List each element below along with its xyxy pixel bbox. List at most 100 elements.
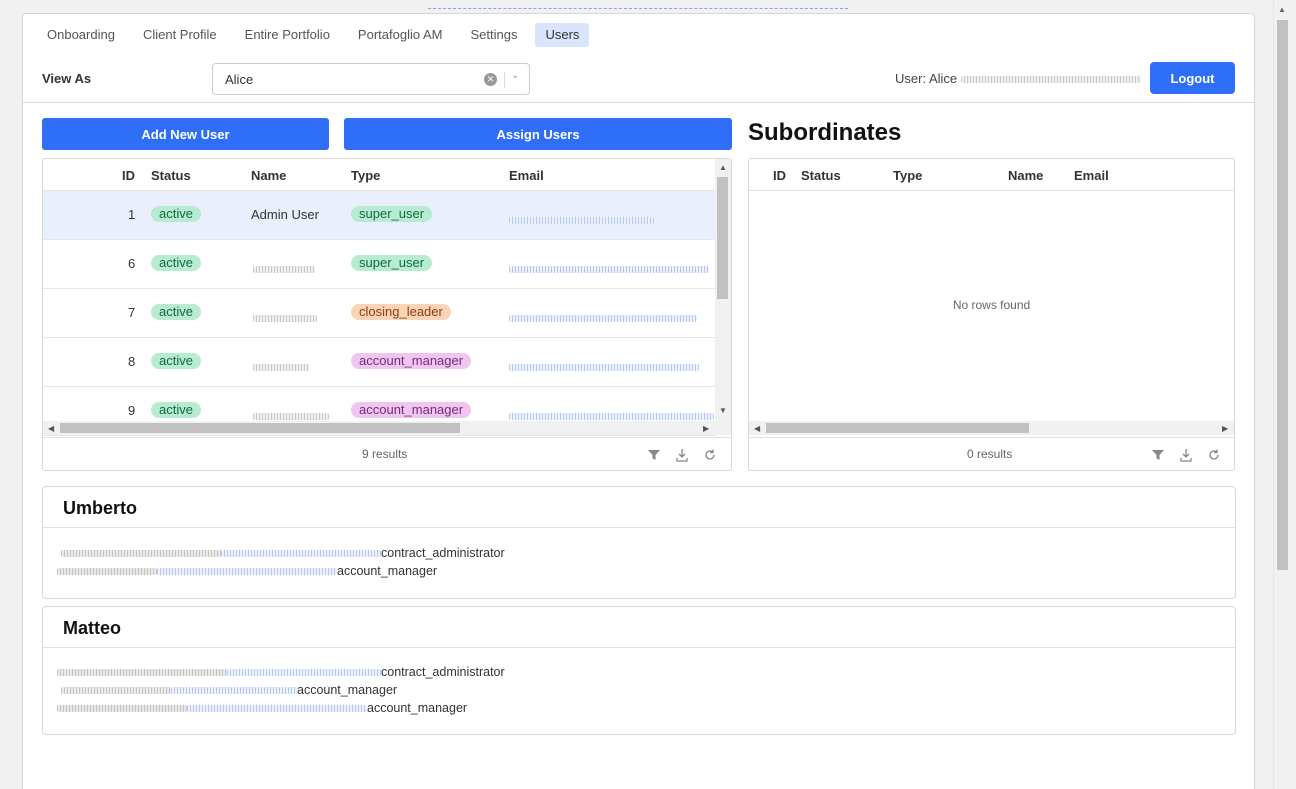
- scroll-left-icon[interactable]: ◀: [754, 424, 760, 433]
- view-as-select[interactable]: Alice ✕ ⌄: [212, 63, 530, 95]
- card-line-type: account_manager: [297, 683, 398, 697]
- redacted-name: [253, 413, 329, 421]
- users-results-count: 9 results: [362, 447, 408, 461]
- scroll-left-icon[interactable]: ◀: [48, 424, 54, 433]
- row-name: [253, 359, 309, 374]
- subordinates-grid: ID Status Type Name Email No rows found …: [748, 158, 1235, 471]
- status-badge: active: [151, 353, 201, 369]
- clear-icon[interactable]: ✕: [484, 73, 497, 86]
- status-badge-text: active: [151, 255, 201, 271]
- scroll-right-icon[interactable]: ▶: [703, 424, 709, 433]
- row-id: 7: [128, 305, 136, 320]
- assign-users-button[interactable]: Assign Users: [344, 118, 732, 150]
- scroll-up-icon[interactable]: ▲: [1278, 5, 1286, 14]
- header-divider: [23, 102, 1254, 103]
- top-dashed-line: [428, 8, 848, 9]
- tab-users[interactable]: Users: [535, 23, 590, 47]
- card-divider: [43, 527, 1235, 528]
- type-badge: account_manager: [351, 402, 472, 418]
- card-line: account_manager: [61, 683, 397, 697]
- current-user-text: User: Alice: [895, 71, 958, 86]
- tab-client-profile[interactable]: Client Profile: [133, 23, 227, 47]
- redacted-email: [157, 568, 337, 576]
- redacted-name: [57, 705, 187, 713]
- users-vertical-scrollbar[interactable]: ▲ ▼: [715, 159, 731, 421]
- row-email: [509, 359, 699, 374]
- logout-button[interactable]: Logout: [1150, 62, 1235, 94]
- redacted-email: [509, 364, 699, 372]
- redacted-name: [57, 669, 227, 677]
- row-id: 8: [128, 354, 136, 369]
- nav-tabs: Onboarding Client Profile Entire Portfol…: [37, 23, 597, 47]
- subordinates-horizontal-thumb[interactable]: [766, 423, 1029, 433]
- col-id[interactable]: ID: [773, 168, 786, 183]
- card-line-type: contract_administrator: [381, 546, 505, 560]
- table-row[interactable]: 7 active closing_leader: [43, 289, 715, 338]
- scroll-up-icon[interactable]: ▲: [719, 163, 727, 172]
- users-vertical-thumb[interactable]: [717, 177, 728, 299]
- subordinates-results-count: 0 results: [967, 447, 1013, 461]
- table-row[interactable]: 1 active Admin User super_user: [43, 191, 715, 240]
- tab-settings[interactable]: Settings: [460, 23, 527, 47]
- col-email[interactable]: Email: [1074, 168, 1109, 183]
- download-icon[interactable]: [1179, 448, 1193, 462]
- select-separator: [504, 72, 505, 88]
- type-badge-text: closing_leader: [351, 304, 451, 320]
- redacted-name: [253, 315, 317, 323]
- scroll-right-icon[interactable]: ▶: [1222, 424, 1228, 433]
- col-id[interactable]: ID: [122, 168, 135, 183]
- subordinates-grid-footer: 0 results: [749, 437, 1234, 470]
- view-as-value: Alice: [225, 72, 254, 87]
- page-scroll-thumb[interactable]: [1277, 20, 1288, 570]
- col-status[interactable]: Status: [801, 168, 841, 183]
- col-status[interactable]: Status: [151, 168, 191, 183]
- tab-entire-portfolio[interactable]: Entire Portfolio: [235, 23, 340, 47]
- add-new-user-button[interactable]: Add New User: [42, 118, 329, 150]
- refresh-icon[interactable]: [1207, 448, 1221, 462]
- col-email[interactable]: Email: [509, 168, 544, 183]
- type-badge: account_manager: [351, 353, 472, 369]
- card-divider: [43, 647, 1235, 648]
- page-vertical-scrollbar[interactable]: ▲: [1273, 0, 1290, 789]
- tab-portafoglio-am[interactable]: Portafoglio AM: [348, 23, 453, 47]
- card-line: contract_administrator: [57, 665, 505, 679]
- tab-onboarding[interactable]: Onboarding: [37, 23, 125, 47]
- redacted-email: [227, 669, 381, 677]
- users-grid: ID Status Name Type Email 1 active Admin…: [42, 158, 732, 471]
- filter-icon[interactable]: [1151, 448, 1165, 462]
- type-badge-text: account_manager: [351, 353, 472, 369]
- row-email: [509, 212, 654, 227]
- scroll-down-icon[interactable]: ▼: [719, 406, 727, 415]
- users-horizontal-scrollbar[interactable]: ◀ ▶: [43, 421, 731, 435]
- redacted-email: [509, 266, 709, 274]
- type-badge-text: super_user: [351, 206, 433, 222]
- filter-icon[interactable]: [647, 448, 661, 462]
- type-badge: super_user: [351, 206, 433, 222]
- status-badge: active: [151, 402, 201, 418]
- status-badge: active: [151, 255, 201, 271]
- refresh-icon[interactable]: [703, 448, 717, 462]
- users-horizontal-thumb[interactable]: [60, 423, 460, 433]
- col-type[interactable]: Type: [351, 168, 380, 183]
- redacted-name: [253, 364, 309, 372]
- col-type[interactable]: Type: [893, 168, 922, 183]
- redacted-name: [61, 550, 221, 558]
- redacted-email: [509, 217, 654, 225]
- row-id: 9: [128, 403, 136, 418]
- table-row[interactable]: 6 active super_user: [43, 240, 715, 289]
- col-name[interactable]: Name: [251, 168, 286, 183]
- download-icon[interactable]: [675, 448, 689, 462]
- type-badge-text: account_manager: [351, 402, 472, 418]
- redacted-name: [57, 568, 157, 576]
- row-id: 6: [128, 256, 136, 271]
- status-badge-text: active: [151, 353, 201, 369]
- table-row[interactable]: 8 active account_manager: [43, 338, 715, 387]
- subordinates-horizontal-scrollbar[interactable]: ◀ ▶: [749, 421, 1234, 435]
- redacted-name: [61, 687, 171, 695]
- row-id: 1: [128, 207, 136, 222]
- row-email: [509, 261, 709, 276]
- chevron-down-icon[interactable]: ⌄: [511, 70, 519, 81]
- users-grid-footer: 9 results: [43, 437, 731, 470]
- col-name[interactable]: Name: [1008, 168, 1043, 183]
- main-page: Onboarding Client Profile Entire Portfol…: [22, 13, 1255, 789]
